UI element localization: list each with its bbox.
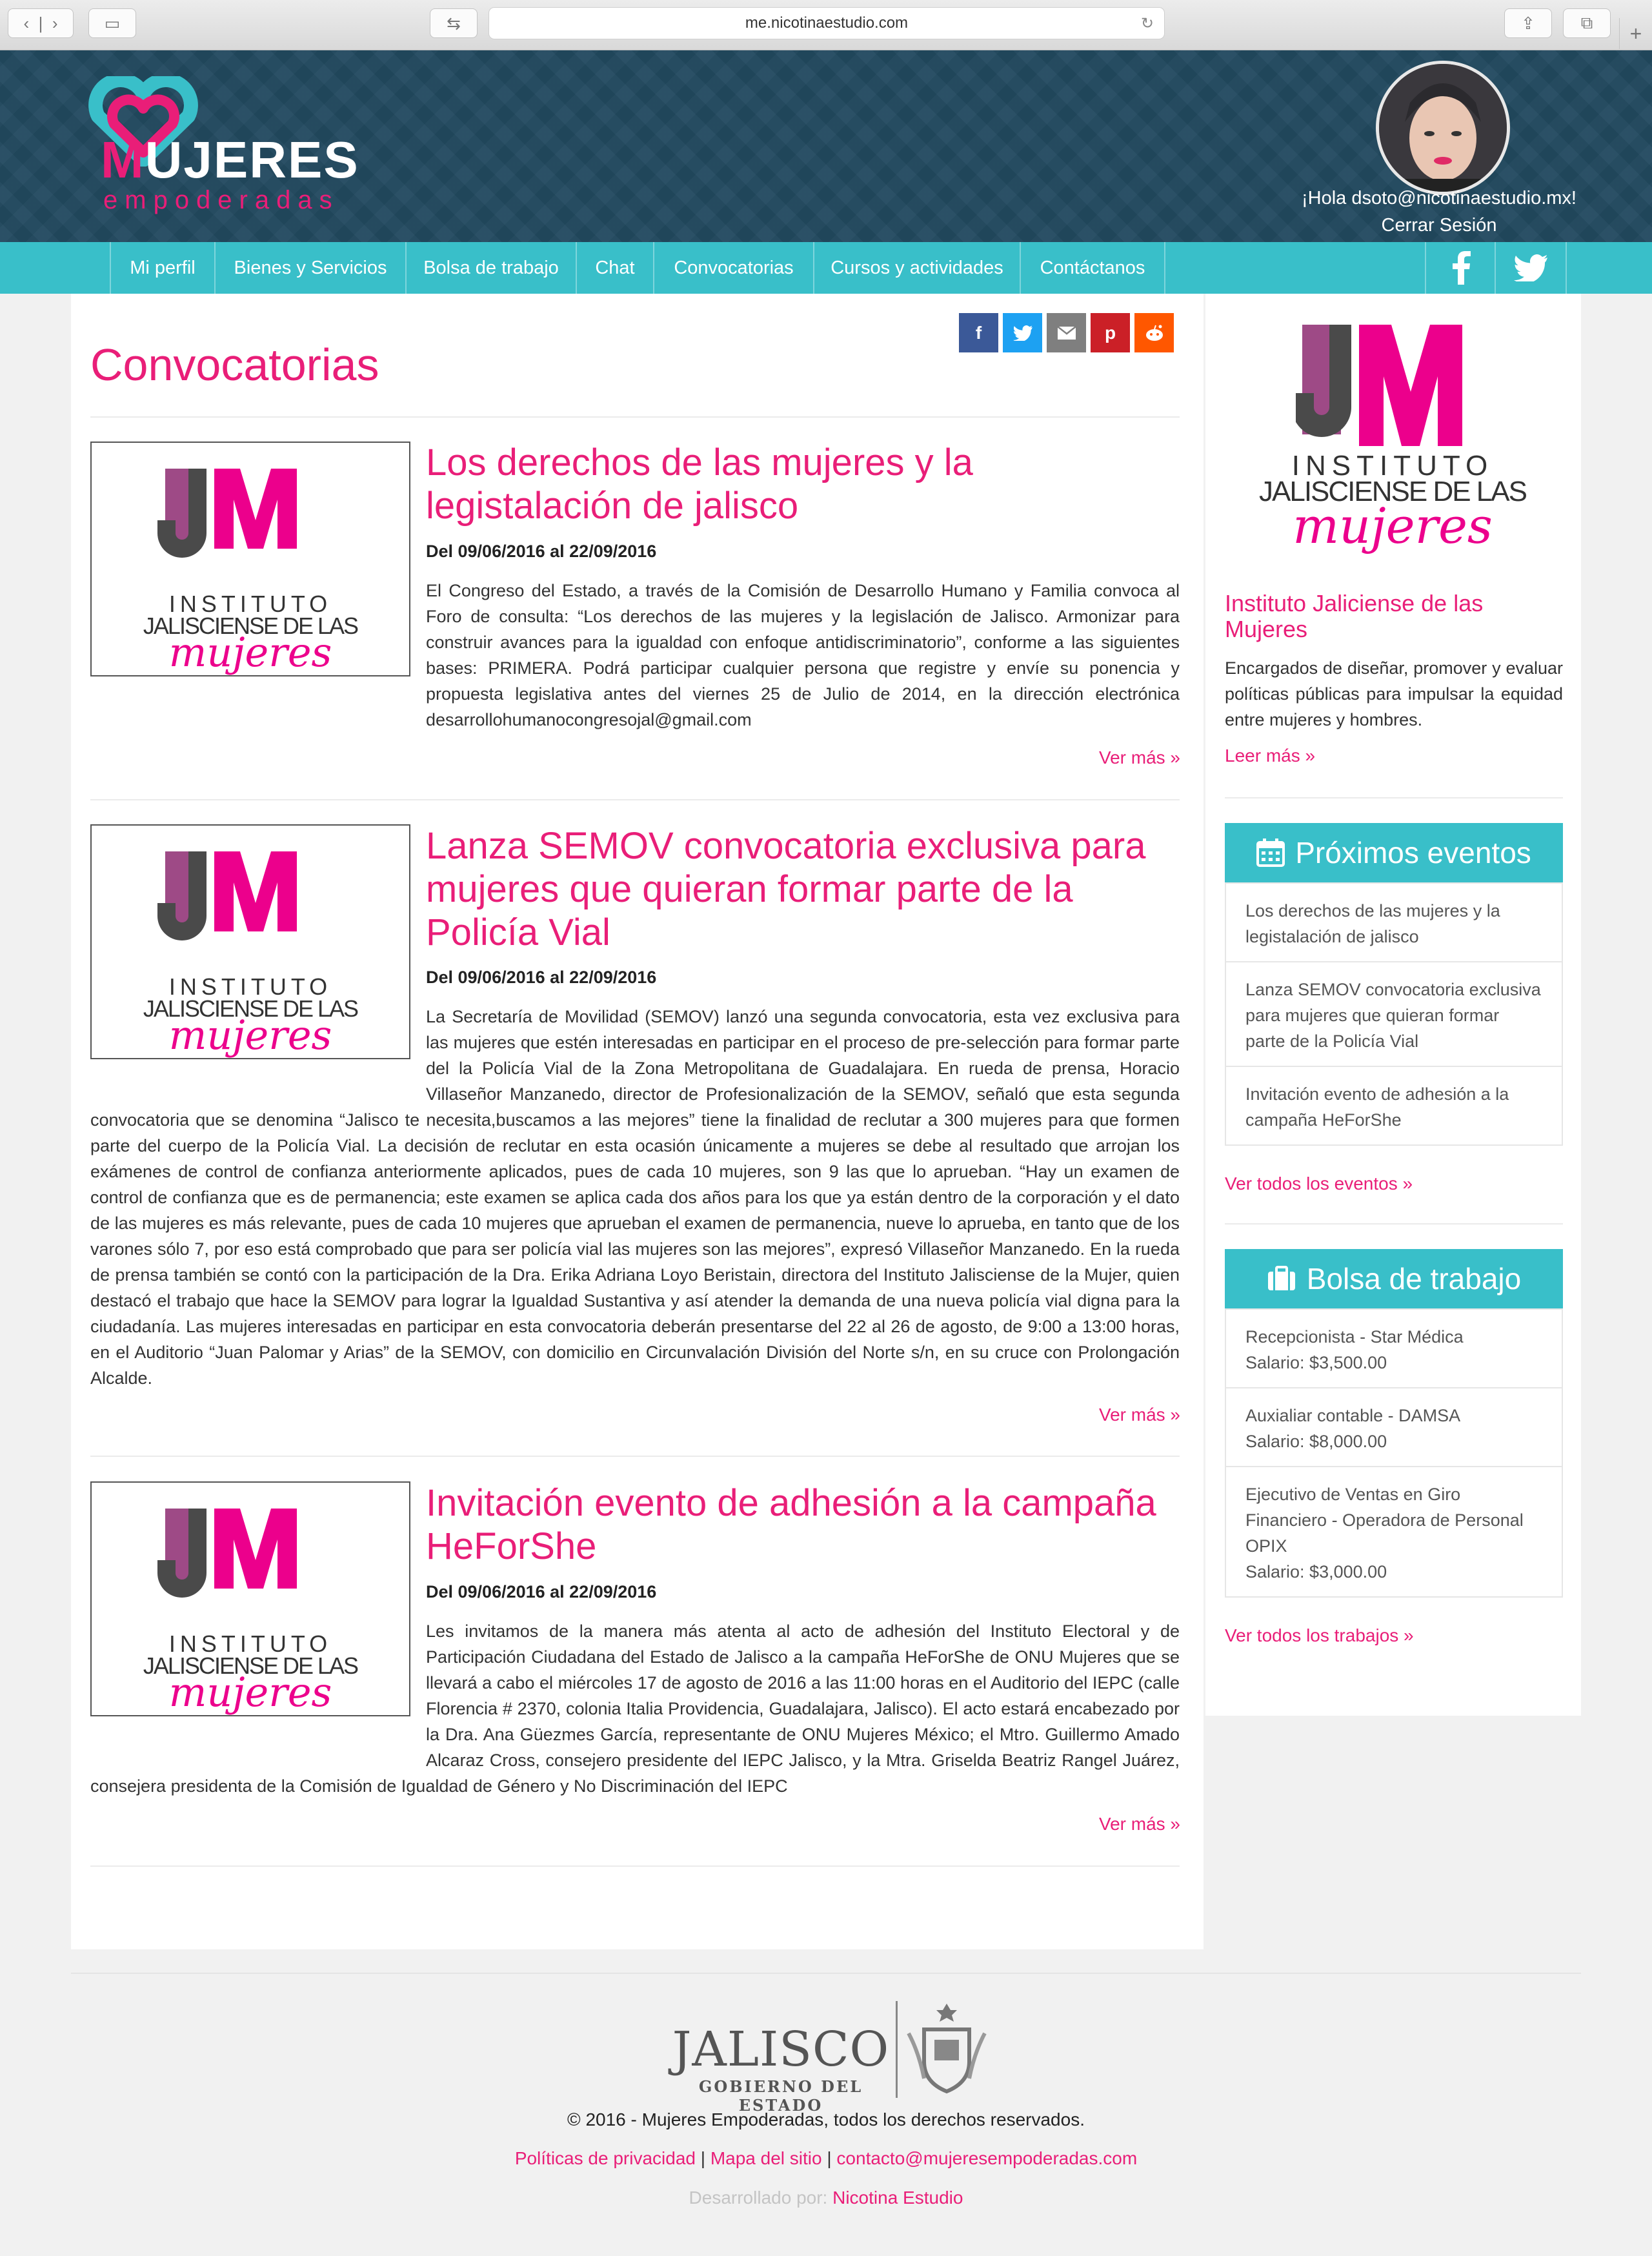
- back-forward-buttons[interactable]: ‹ | ›: [8, 8, 74, 38]
- site-header: MUJERES empoderadas ¡Hola dsoto@nicotina…: [0, 50, 1652, 242]
- share-facebook-icon[interactable]: f: [959, 313, 998, 352]
- event-item[interactable]: Invitación evento de adhesión a la campa…: [1226, 1067, 1562, 1144]
- event-item[interactable]: Lanza SEMOV convocatoria exclusiva para …: [1226, 962, 1562, 1067]
- briefcase-icon: [1267, 1266, 1296, 1292]
- divider: [90, 1865, 1180, 1867]
- job-item[interactable]: Recepcionista - Star Médica Salario: $3,5…: [1226, 1310, 1562, 1388]
- divider: [90, 1456, 1180, 1457]
- events-header: Próximos eventos: [1225, 823, 1563, 882]
- reader-icon[interactable]: ⇆: [430, 8, 478, 38]
- share-pinterest-icon[interactable]: p: [1091, 313, 1130, 352]
- new-tab-icon[interactable]: +: [1619, 18, 1652, 49]
- events-list: Los derechos de las mujeres y la legista…: [1225, 882, 1563, 1146]
- jobs-title: Bolsa de trabajo: [1306, 1262, 1522, 1296]
- address-bar[interactable]: me.nicotinaestudio.com ↻: [489, 7, 1165, 39]
- divider: [1225, 1223, 1563, 1225]
- jobs-more-link[interactable]: Ver todos los trabajos »: [1225, 1625, 1414, 1646]
- job-item[interactable]: Auxialiar contable - DAMSA Salario: $8,00…: [1226, 1388, 1562, 1467]
- link-separator: |: [700, 2148, 706, 2168]
- footer-divider: [71, 1973, 1581, 1974]
- divider: [90, 799, 1180, 800]
- dev-label: Desarrollado por:: [689, 2188, 828, 2208]
- sidebar: INSTITUTO JALISCIENSE DE LAS mujeres Ins…: [1205, 294, 1581, 1716]
- job-item[interactable]: Ejecutivo de Ventas en Giro Financiero -…: [1226, 1467, 1562, 1596]
- main-nav: Mi perfil Bienes y Servicios Bolsa de tr…: [0, 242, 1652, 294]
- article-body: La Secretaría de Movilidad (SEMOV) lanzó…: [90, 1007, 1180, 1388]
- job-name: Ejecutivo de Ventas en Giro Financiero -…: [1245, 1485, 1524, 1556]
- contact-email-link[interactable]: contacto@mujeresempoderadas.com: [836, 2148, 1137, 2168]
- nav-item-convocatorias[interactable]: Convocatorias: [653, 242, 813, 294]
- share-twitter-icon[interactable]: [1003, 313, 1042, 352]
- logo-separator: [896, 2001, 898, 2098]
- read-more-link[interactable]: Ver más »: [1099, 1405, 1180, 1425]
- read-more-link[interactable]: Ver más »: [1099, 747, 1180, 768]
- institute-title[interactable]: Instituto Jaliciense de las Mujeres: [1225, 591, 1560, 642]
- developer-credit: Desarrollado por: Nicotina Estudio: [0, 2188, 1652, 2208]
- job-salary: Salario: $3,500.00: [1245, 1353, 1387, 1372]
- article-title[interactable]: Lanza SEMOV convocatoria exclusiva para …: [426, 824, 1181, 954]
- coat-of-arms-icon: [905, 2001, 989, 2101]
- avatar[interactable]: [1376, 61, 1510, 195]
- job-name: Auxialiar contable - DAMSA: [1245, 1406, 1461, 1425]
- article-body: Les invitamos de la manera más atenta al…: [90, 1621, 1180, 1796]
- dev-link[interactable]: Nicotina Estudio: [832, 2188, 963, 2208]
- sitemap-link[interactable]: Mapa del sitio: [710, 2148, 822, 2168]
- divider: [1225, 797, 1563, 798]
- greeting-text: ¡Hola dsoto@nicotinaestudio.mx!: [1302, 188, 1576, 208]
- nav-item-chat[interactable]: Chat: [576, 242, 653, 294]
- browser-toolbar: ‹ | › ▭ ⇆ me.nicotinaestudio.com ↻ ⇪ ⧉ +: [0, 0, 1652, 50]
- brand-name[interactable]: MUJERES: [101, 134, 359, 186]
- institute-more-link[interactable]: Leer más »: [1225, 746, 1315, 766]
- calendar-icon: [1256, 838, 1285, 867]
- footer-links: Políticas de privacidad | Mapa del sitio…: [0, 2148, 1652, 2169]
- nav-item-bienes-servicios[interactable]: Bienes y Servicios: [214, 242, 405, 294]
- job-salary: Salario: $8,000.00: [1245, 1432, 1387, 1451]
- page-title: Convocatorias: [90, 340, 379, 390]
- jalisco-wordmark: JALISCO: [672, 2022, 890, 2077]
- divider: [90, 416, 1180, 418]
- article-date: Del 09/06/2016 al 22/09/2016: [426, 968, 657, 987]
- logo-line3: mujeres: [1293, 497, 1493, 554]
- article-date: Del 09/06/2016 al 22/09/2016: [426, 542, 657, 561]
- twitter-icon[interactable]: [1495, 242, 1567, 294]
- share-icon[interactable]: ⇪: [1504, 8, 1552, 38]
- share-bar: f p: [959, 313, 1174, 352]
- nav-item-mi-perfil[interactable]: Mi perfil: [110, 242, 214, 294]
- link-separator: |: [827, 2148, 832, 2168]
- events-title: Próximos eventos: [1295, 836, 1531, 869]
- institute-desc: Encargados de diseñar, promover y evalua…: [1225, 658, 1563, 729]
- share-reddit-icon[interactable]: [1134, 313, 1174, 352]
- article-title[interactable]: Invitación evento de adhesión a la campa…: [426, 1481, 1181, 1568]
- job-name: Recepcionista - Star Médica: [1245, 1327, 1464, 1346]
- reload-icon[interactable]: ↻: [1141, 14, 1154, 33]
- tabs-icon[interactable]: ⧉: [1563, 8, 1611, 38]
- main-content: Convocatorias f p INSTITUTO JALISCIENSE …: [71, 294, 1204, 1949]
- sidebar-toggle-icon[interactable]: ▭: [88, 8, 136, 38]
- privacy-link[interactable]: Políticas de privacidad: [515, 2148, 696, 2168]
- brand-subtitle: empoderadas: [103, 186, 339, 214]
- article-title[interactable]: Los derechos de las mujeres y la legista…: [426, 441, 1181, 527]
- read-more-link[interactable]: Ver más »: [1099, 1814, 1180, 1834]
- job-salary: Salario: $3,000.00: [1245, 1562, 1387, 1581]
- nav-item-cursos-actividades[interactable]: Cursos y actividades: [813, 242, 1020, 294]
- nav-item-contactanos[interactable]: Contáctanos: [1020, 242, 1165, 294]
- article-body: El Congreso del Estado, a través de la C…: [426, 581, 1180, 729]
- event-item[interactable]: Los derechos de las mujeres y la legista…: [1226, 884, 1562, 962]
- copyright: © 2016 - Mujeres Empoderadas, todos los …: [567, 2109, 1085, 2129]
- events-more-link[interactable]: Ver todos los eventos »: [1225, 1174, 1413, 1194]
- nav-item-bolsa-trabajo[interactable]: Bolsa de trabajo: [405, 242, 576, 294]
- jobs-header: Bolsa de trabajo: [1225, 1249, 1563, 1308]
- share-email-icon[interactable]: [1047, 313, 1086, 352]
- jobs-list: Recepcionista - Star Médica Salario: $3,5…: [1225, 1308, 1563, 1598]
- user-greeting: ¡Hola dsoto@nicotinaestudio.mx! Cerrar S…: [1265, 185, 1613, 239]
- facebook-icon[interactable]: [1425, 242, 1496, 294]
- article-date: Del 09/06/2016 al 22/09/2016: [426, 1582, 657, 1601]
- logout-link[interactable]: Cerrar Sesión: [1265, 212, 1613, 239]
